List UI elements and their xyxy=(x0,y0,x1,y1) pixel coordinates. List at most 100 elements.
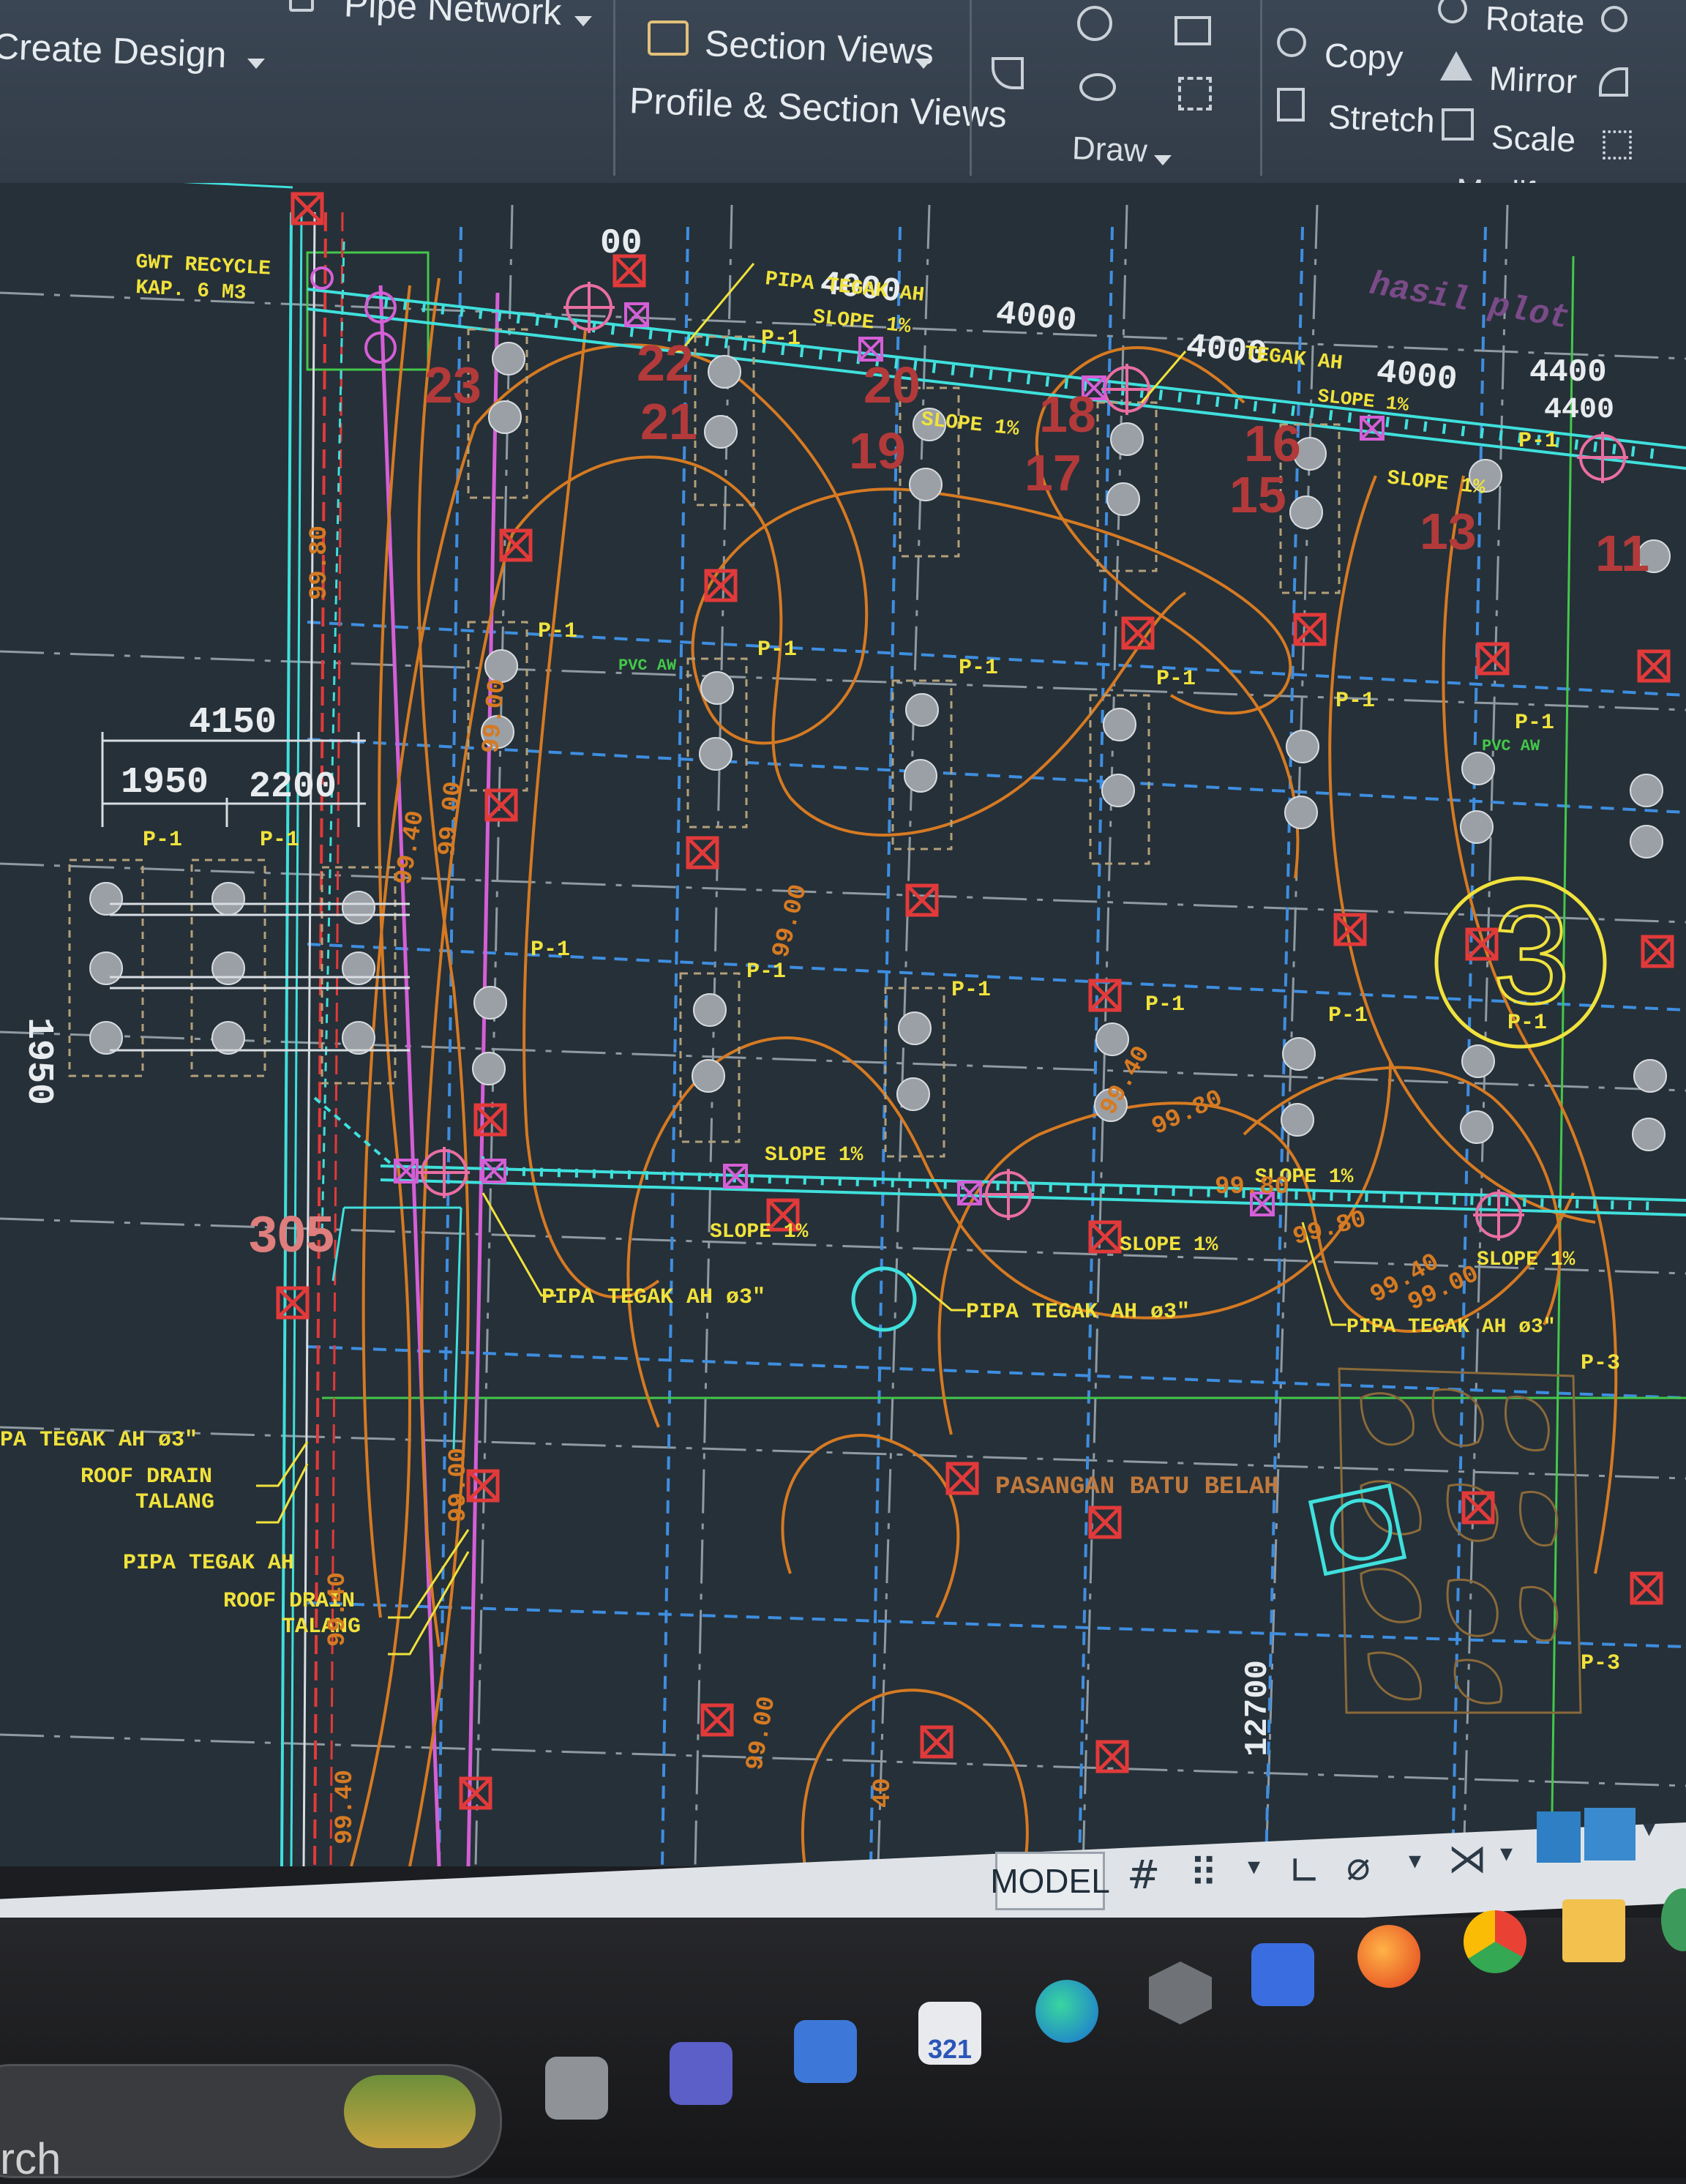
snap-mode-icon[interactable]: ⠿ xyxy=(1189,1850,1218,1896)
pasangan-batu-label: PASANGAN BATU BELAH xyxy=(995,1473,1279,1501)
pipe-network-dropdown-icon[interactable] xyxy=(574,16,592,26)
polar-tracking-icon[interactable]: ⌀ xyxy=(1346,1843,1371,1889)
pile-circle xyxy=(89,951,123,985)
red-x-marker xyxy=(905,883,939,917)
circle-icon[interactable] xyxy=(1077,6,1112,41)
pipe-junction-marker xyxy=(624,302,649,327)
pile-circle xyxy=(211,1021,245,1055)
create-design-dropdown-icon[interactable] xyxy=(247,59,265,69)
edge-browser-icon[interactable] xyxy=(1035,1980,1098,2043)
pile-circle xyxy=(492,342,525,375)
pile-circle xyxy=(89,882,123,916)
stone-hatch-area xyxy=(1338,1367,1582,1714)
object-snap-dropdown-icon[interactable]: ▾ xyxy=(1643,1814,1655,1843)
pile-circle xyxy=(692,1059,725,1093)
grid-number: 15 xyxy=(1229,466,1286,523)
pile-circle xyxy=(1103,708,1136,741)
autocad-app-icon[interactable] xyxy=(1251,1943,1314,2006)
pile-circle xyxy=(342,891,375,924)
section-views-dropdown-icon[interactable] xyxy=(915,59,932,69)
rotate-button[interactable]: Rotate xyxy=(1485,0,1586,42)
red-x-marker xyxy=(1293,613,1327,646)
firefox-icon[interactable] xyxy=(1357,1925,1420,1988)
talang-label: TALANG xyxy=(135,1490,214,1515)
grid-number: 21 xyxy=(640,393,697,450)
polar-dropdown-icon[interactable]: ▾ xyxy=(1409,1846,1421,1875)
pipe-network-button[interactable]: Pipe Network xyxy=(343,0,562,34)
ellipse-icon[interactable] xyxy=(1079,73,1116,101)
red-x-marker xyxy=(473,1103,507,1137)
copy-button[interactable]: Copy xyxy=(1324,35,1404,78)
calendar-app-icon[interactable]: 321 xyxy=(918,2002,981,2065)
pile-circle xyxy=(905,693,939,727)
array-icon[interactable] xyxy=(1603,130,1632,160)
red-x-marker xyxy=(945,1462,979,1495)
rectangle-icon[interactable] xyxy=(1174,16,1211,45)
pipa-tegak-label: PIPA TEGAK AH ø3" xyxy=(966,1300,1190,1325)
fillet-icon[interactable] xyxy=(1599,67,1628,97)
grid-number: 16 xyxy=(1244,415,1301,472)
pile-circle xyxy=(699,737,733,771)
pile-circle xyxy=(1281,1103,1314,1137)
drawing-canvas[interactable]: 3 GWT RECYCLE KAP. 6 M3 4150 1950 2200 1… xyxy=(0,183,1686,1866)
microsoft-store-icon[interactable] xyxy=(794,2020,857,2083)
section-views-button[interactable]: Section Views xyxy=(704,22,934,73)
ribbon-separator xyxy=(1260,0,1262,176)
pile-circle xyxy=(708,355,741,389)
pipa-tegak-label: PIPA TEGAK AH ø3" xyxy=(1346,1316,1556,1339)
slope-label: SLOPE 1% xyxy=(1120,1234,1218,1257)
ortho-mode-icon[interactable]: ∟ xyxy=(1288,1848,1321,1894)
manhole-marker xyxy=(983,1169,1034,1220)
profile-section-views-panel-label: Profile & Section Views xyxy=(629,80,1008,135)
red-x-marker xyxy=(1088,1220,1122,1254)
scale-button[interactable]: Scale xyxy=(1491,117,1576,160)
stretch-button[interactable]: Stretch xyxy=(1327,97,1436,141)
create-design-button[interactable]: Create Design xyxy=(0,25,228,76)
isometric-drafting-icon[interactable]: ⋊ xyxy=(1447,1836,1487,1882)
pile-label: P-1 xyxy=(951,978,991,1003)
object-snap-tracking-button[interactable] xyxy=(1537,1811,1581,1863)
chrome-icon[interactable] xyxy=(1464,1910,1526,1973)
cad-drawing[interactable]: 3 GWT RECYCLE KAP. 6 M3 4150 1950 2200 1… xyxy=(0,183,1686,1866)
axis-line xyxy=(0,862,1686,924)
pile-circle xyxy=(488,400,522,434)
pipe-line xyxy=(452,1207,462,1450)
grid-display-icon[interactable]: # xyxy=(1127,1852,1160,1898)
section-views-icon xyxy=(648,20,689,56)
contour-label: 99.40 xyxy=(331,1770,359,1844)
pvc-label: PVC AW xyxy=(618,657,677,675)
grid-number: 18 xyxy=(1039,386,1096,443)
draw-dropdown-icon[interactable] xyxy=(1154,155,1172,165)
red-x-marker xyxy=(1088,1506,1122,1539)
model-space-button[interactable]: MODEL xyxy=(990,1852,1110,1910)
contour-label: 99.80 xyxy=(1148,1085,1228,1142)
trim-icon[interactable] xyxy=(1601,6,1627,32)
pile-label: P-1 xyxy=(1335,689,1375,714)
snap-dropdown-icon[interactable]: ▾ xyxy=(1248,1852,1260,1881)
mirror-button[interactable]: Mirror xyxy=(1488,59,1578,102)
isometric-dropdown-icon[interactable]: ▾ xyxy=(1500,1839,1513,1868)
pile-circle xyxy=(1461,752,1495,785)
red-x-marker xyxy=(1630,1571,1663,1605)
pile-circle xyxy=(472,1052,506,1085)
teams-icon[interactable] xyxy=(670,2042,733,2105)
contour-line xyxy=(522,329,660,1299)
search-highlight-icon[interactable] xyxy=(344,2075,476,2148)
pile-label: P-1 xyxy=(1328,1003,1368,1028)
dimension-4000-b: 4000 xyxy=(994,294,1079,340)
pile-circle xyxy=(898,1011,932,1045)
hatch-icon[interactable] xyxy=(1178,77,1212,111)
object-snap-button[interactable] xyxy=(1584,1808,1636,1860)
manhole-marker xyxy=(563,282,615,333)
slope-label: SLOPE 1% xyxy=(765,1144,863,1167)
grid-number: 305 xyxy=(249,1205,334,1263)
grid-number: 11 xyxy=(1595,525,1649,582)
ribbon: Create Design Pipe Network Section Views… xyxy=(0,0,1686,212)
draw-panel-label[interactable]: Draw xyxy=(1071,130,1147,170)
slope-label: SLOPE 1% xyxy=(1477,1249,1576,1271)
pile-circle xyxy=(473,986,507,1020)
scale-icon xyxy=(1442,108,1474,141)
file-explorer-icon[interactable] xyxy=(1562,1899,1625,1962)
task-view-icon[interactable] xyxy=(545,2057,608,2120)
polyline-icon[interactable] xyxy=(992,57,1024,89)
